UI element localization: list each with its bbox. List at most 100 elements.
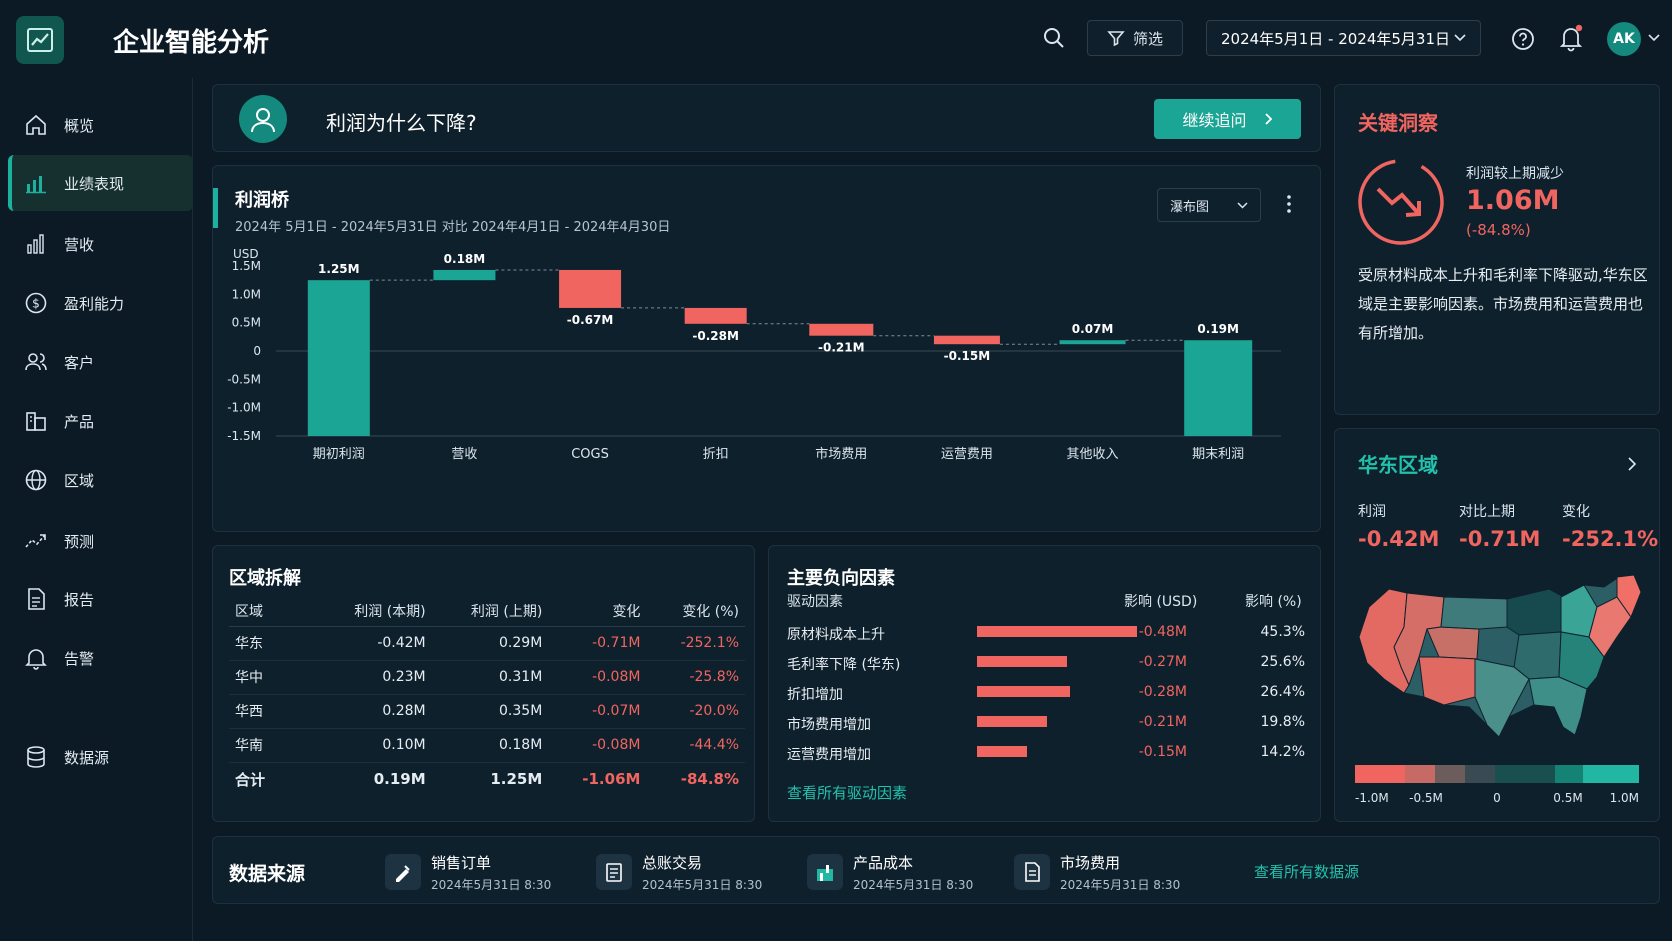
table-row[interactable]: 华东 -0.42M 0.29M -0.71M -252.1% (229, 626, 745, 661)
driver-row[interactable]: 原材料成本上升 -0.48M 45.3% (787, 618, 1307, 648)
app-title: 企业智能分析 (113, 28, 270, 58)
source-product-cost[interactable]: 产品成本 2024年5月31日 8:30 (807, 850, 973, 894)
table-cell: -0.71M (548, 626, 647, 661)
sidebar-item-customers[interactable]: 客户 (8, 334, 193, 390)
waterfall-bar (559, 269, 622, 308)
chevron-right-icon[interactable] (1628, 457, 1637, 471)
follow-up-button[interactable]: 继续追问 (1154, 99, 1301, 139)
driver-column-header: 驱动因素 (787, 594, 843, 610)
waterfall-bar (1184, 340, 1253, 436)
y-tick-label: 1.0M (232, 287, 261, 301)
driver-impact-bar (977, 716, 1047, 727)
negative-drivers-panel: 主要负向因素 驱动因素 影响 (USD) 影响 (%) 原材料成本上升 -0.48… (768, 545, 1321, 822)
bell-icon (25, 649, 47, 670)
sidebar-item-reports[interactable]: 报告 (8, 571, 193, 627)
sidebar-item-profitability[interactable]: $ 盈利能力 (8, 275, 193, 331)
forecast-icon (25, 534, 46, 548)
us-choropleth-map[interactable] (1349, 567, 1649, 747)
help-icon[interactable] (1508, 24, 1538, 54)
product-icon (26, 412, 46, 431)
waterfall-bar (809, 323, 874, 336)
driver-row[interactable]: 市场费用增加 -0.21M 19.8% (787, 708, 1307, 738)
table-row[interactable]: 华西 0.28M 0.35M -0.07M -20.0% (229, 694, 745, 729)
sidebar-item-products[interactable]: 产品 (8, 393, 193, 449)
home-icon (26, 114, 46, 135)
table-cell: 华南 (229, 728, 315, 763)
table-row[interactable]: 华中 0.23M 0.31M -0.08M -25.8% (229, 660, 745, 695)
user-icon (251, 108, 275, 133)
insight-value: 1.06M (1466, 185, 1560, 216)
east-region-panel[interactable]: 华东区域 利润 -0.42M 对比上期 -0.71M 变化 -252.1% -1… (1334, 428, 1660, 822)
document-icon (1014, 854, 1050, 890)
waterfall-bar (1059, 340, 1126, 345)
svg-text:$: $ (32, 297, 40, 311)
app-logo[interactable] (16, 16, 64, 64)
driver-impact-percent: 19.8% (1260, 714, 1305, 730)
table-row[interactable]: 华南 0.10M 0.18M -0.08M -44.4% (229, 728, 745, 763)
filter-label: 筛选 (1132, 29, 1163, 48)
avatar-chevron-down-icon[interactable] (1648, 34, 1660, 42)
chevron-down-icon (1237, 201, 1248, 209)
insight-percent: (-84.8%) (1466, 221, 1531, 239)
x-tick-label: 市场费用 (815, 446, 867, 462)
sidebar-item-overview[interactable]: 概览 (8, 97, 193, 153)
more-options-icon[interactable] (1281, 192, 1297, 216)
database-icon (27, 746, 45, 768)
waterfall-chart: USD1.5M1.0M0.5M0-0.5M-1.0M-1.5M1.25M期初利润… (227, 247, 1281, 462)
data-label: 1.25M (318, 262, 360, 276)
table-cell: -1.06M (582, 770, 641, 789)
insight-caption: 利润较上期减少 (1466, 166, 1564, 182)
sidebar-item-alerts[interactable]: 告警 (8, 630, 193, 686)
chevron-down-icon (1454, 34, 1466, 42)
sidebar-item-performance[interactable]: 业绩表现 (8, 155, 193, 211)
question-text: 利润为什么下降? (326, 111, 477, 135)
chart-type-value: 瀑布图 (1170, 199, 1210, 215)
data-label: -0.67M (567, 313, 614, 327)
sidebar-item-forecast[interactable]: 预测 (8, 513, 193, 569)
driver-row[interactable]: 折扣增加 -0.28M 26.4% (787, 678, 1307, 708)
source-sales-orders[interactable]: 销售订单 2024年5月31日 8:30 (385, 850, 551, 894)
table-cell: -0.42M (315, 626, 432, 661)
key-insight-panel: 关键洞察 利润较上期减少 1.06M (-84.8%) 受原材料成本上升和毛利率… (1334, 84, 1660, 415)
table-cell: 0.23M (315, 660, 432, 695)
driver-label: 运营费用增加 (787, 747, 871, 763)
table-cell: 0.19M (373, 770, 426, 789)
driver-label: 原材料成本上升 (787, 627, 885, 643)
sidebar-item-revenue[interactable]: 营收 (8, 216, 193, 272)
sidebar-item-label: 告警 (64, 649, 95, 668)
user-avatar[interactable]: AK (1607, 22, 1641, 56)
chevron-right-icon (1264, 113, 1272, 125)
table-cell: -84.8% (680, 770, 739, 789)
source-general-ledger[interactable]: 总账交易 2024年5月31日 8:30 (596, 850, 762, 894)
source-marketing-expense[interactable]: 市场费用 2024年5月31日 8:30 (1014, 850, 1180, 894)
waterfall-bar (307, 280, 370, 436)
driver-impact-percent: 14.2% (1260, 744, 1305, 760)
table-cell: 华西 (229, 694, 315, 729)
view-all-drivers-link[interactable]: 查看所有驱动因素 (787, 782, 907, 803)
search-icon[interactable] (1040, 24, 1068, 52)
stat-value: -252.1% (1562, 527, 1659, 551)
data-label: -0.21M (818, 341, 865, 355)
driver-row[interactable]: 运营费用增加 -0.15M 14.2% (787, 738, 1307, 768)
sidebar-item-label: 区域 (64, 471, 95, 490)
view-all-sources-link[interactable]: 查看所有数据源 (1254, 861, 1359, 882)
sidebar-item-regions[interactable]: 区域 (8, 452, 193, 508)
chart-type-select[interactable]: 瀑布图 (1157, 188, 1261, 222)
region-stat-profit: 利润 -0.42M (1358, 501, 1439, 551)
x-tick-label: 其他收入 (1067, 447, 1119, 462)
users-icon (25, 353, 47, 371)
table-cell: 合计 (235, 770, 266, 789)
date-range-picker[interactable]: 2024年5月1日 - 2024年5月31日 (1206, 20, 1481, 56)
stat-label: 对比上期 (1459, 504, 1515, 520)
driver-impact-bar (977, 746, 1028, 757)
driver-impact-value: -0.27M (1138, 654, 1187, 670)
table-cell: -25.8% (646, 660, 745, 695)
sidebar-item-label: 报告 (64, 590, 95, 609)
table-cell: -0.08M (548, 728, 647, 763)
notification-bell-icon[interactable] (1556, 22, 1586, 54)
x-tick-label: 期末利润 (1192, 447, 1244, 462)
filter-button[interactable]: 筛选 (1087, 20, 1183, 56)
legend-tick-label: 0 (1493, 791, 1501, 805)
sidebar-item-data-sources[interactable]: 数据源 (8, 729, 193, 785)
driver-row[interactable]: 毛利率下降 (华东) -0.27M 25.6% (787, 648, 1307, 678)
